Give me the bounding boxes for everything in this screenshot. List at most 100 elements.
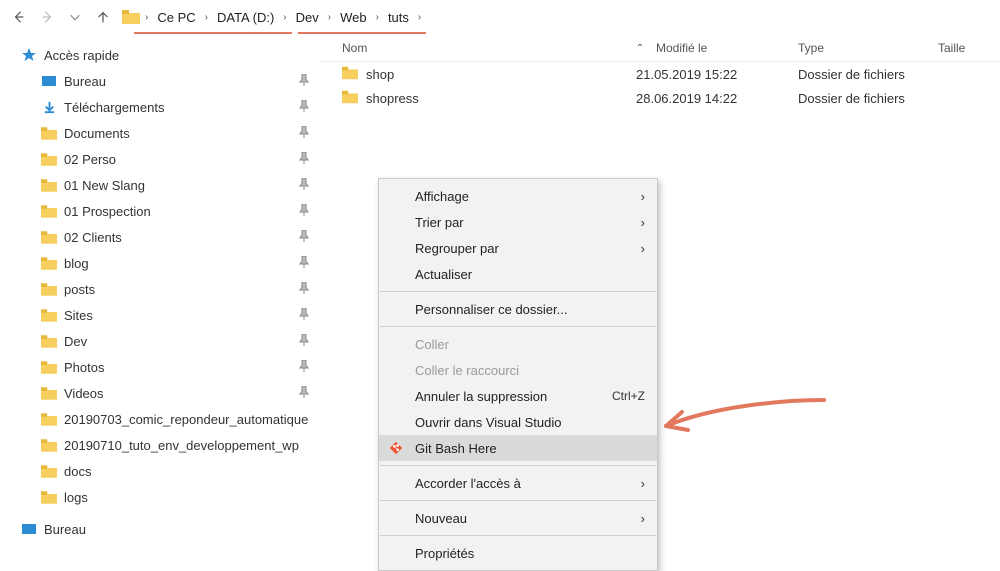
file-modified: 28.06.2019 14:22 bbox=[630, 91, 792, 106]
download-icon bbox=[40, 98, 58, 116]
folder-icon bbox=[40, 358, 58, 376]
breadcrumb-segment[interactable]: tuts bbox=[384, 8, 413, 27]
folder-icon bbox=[40, 384, 58, 402]
sidebar-item[interactable]: 20190703_comic_repondeur_automatique bbox=[12, 406, 316, 432]
context-menu-separator bbox=[380, 465, 656, 466]
folder-icon bbox=[40, 124, 58, 142]
chevron-right-icon: › bbox=[641, 511, 645, 526]
git-icon bbox=[387, 439, 405, 457]
sidebar-item[interactable]: 01 New Slang bbox=[12, 172, 316, 198]
context-menu-item[interactable]: Affichage› bbox=[379, 183, 657, 209]
sidebar-item-desktop[interactable]: Bureau bbox=[12, 516, 316, 542]
arrow-up-icon bbox=[96, 10, 110, 24]
nav-recent-button[interactable] bbox=[62, 4, 88, 30]
sidebar-item[interactable]: Dev bbox=[12, 328, 316, 354]
context-menu-item[interactable]: Personnaliser ce dossier... bbox=[379, 296, 657, 322]
folder-icon bbox=[40, 332, 58, 350]
sidebar-item[interactable]: Sites bbox=[12, 302, 316, 328]
context-menu-label: Affichage bbox=[415, 189, 641, 204]
pin-icon bbox=[298, 307, 310, 323]
chevron-right-icon: › bbox=[202, 12, 211, 23]
chevron-right-icon: › bbox=[641, 476, 645, 491]
context-menu-label: Coller bbox=[415, 337, 645, 352]
file-row[interactable]: shopress28.06.2019 14:22Dossier de fichi… bbox=[320, 86, 1000, 110]
pin-icon bbox=[298, 229, 310, 245]
sidebar-item[interactable]: 02 Clients bbox=[12, 224, 316, 250]
nav-back-button[interactable] bbox=[6, 4, 32, 30]
annotation-underline bbox=[134, 32, 292, 34]
context-menu-label: Git Bash Here bbox=[415, 441, 645, 456]
sidebar-item[interactable]: Documents bbox=[12, 120, 316, 146]
chevron-right-icon: › bbox=[641, 215, 645, 230]
arrow-right-icon bbox=[40, 10, 54, 24]
context-menu-item[interactable]: Git Bash Here bbox=[379, 435, 657, 461]
breadcrumb[interactable]: › Ce PC › DATA (D:) › Dev › Web › tuts › bbox=[118, 4, 994, 30]
file-name: shopress bbox=[366, 91, 419, 106]
sidebar-item[interactable]: blog bbox=[12, 250, 316, 276]
column-header-size[interactable]: Taille bbox=[932, 41, 1000, 55]
sidebar-item[interactable]: 01 Prospection bbox=[12, 198, 316, 224]
context-menu-item: Coller le raccourci bbox=[379, 357, 657, 383]
context-menu-separator bbox=[380, 535, 656, 536]
folder-icon bbox=[40, 280, 58, 298]
folder-icon bbox=[342, 90, 358, 107]
sidebar-item[interactable]: docs bbox=[12, 458, 316, 484]
folder-icon bbox=[40, 410, 58, 428]
sidebar-item-label: 20190710_tuto_env_developpement_wp bbox=[64, 438, 310, 453]
context-menu-separator bbox=[380, 326, 656, 327]
sidebar-item-label: 01 Prospection bbox=[64, 204, 292, 219]
sidebar-item-label: Sites bbox=[64, 308, 292, 323]
context-menu-item[interactable]: Propriétés bbox=[379, 540, 657, 566]
file-row[interactable]: shop21.05.2019 15:22Dossier de fichiers bbox=[320, 62, 1000, 86]
context-menu-item[interactable]: Regrouper par› bbox=[379, 235, 657, 261]
column-header-name[interactable]: Nom bbox=[320, 41, 630, 55]
desktop-icon bbox=[20, 520, 38, 538]
pin-icon bbox=[298, 255, 310, 271]
sidebar-item[interactable]: Téléchargements bbox=[12, 94, 316, 120]
sort-indicator: ⌃ bbox=[630, 41, 650, 55]
sidebar-item[interactable]: logs bbox=[12, 484, 316, 510]
context-menu-label: Ouvrir dans Visual Studio bbox=[415, 415, 645, 430]
sidebar-item-quick-access[interactable]: Accès rapide bbox=[12, 42, 316, 68]
column-header-type[interactable]: Type bbox=[792, 41, 932, 55]
folder-icon bbox=[40, 306, 58, 324]
nav-up-button[interactable] bbox=[90, 4, 116, 30]
sidebar-item[interactable]: 02 Perso bbox=[12, 146, 316, 172]
sidebar-item[interactable]: posts bbox=[12, 276, 316, 302]
folder-icon bbox=[40, 488, 58, 506]
chevron-right-icon: › bbox=[325, 12, 334, 23]
breadcrumb-segment[interactable]: Web bbox=[336, 8, 371, 27]
sidebar-item-label: blog bbox=[64, 256, 292, 271]
breadcrumb-segment[interactable]: Ce PC bbox=[153, 8, 199, 27]
sidebar-item[interactable]: Photos bbox=[12, 354, 316, 380]
column-header-modified[interactable]: Modifié le bbox=[650, 41, 792, 55]
sidebar-item[interactable]: Bureau bbox=[12, 68, 316, 94]
nav-forward-button[interactable] bbox=[34, 4, 60, 30]
context-menu-item[interactable]: Annuler la suppressionCtrl+Z bbox=[379, 383, 657, 409]
sidebar-item-label: 01 New Slang bbox=[64, 178, 292, 193]
sidebar-item-label: logs bbox=[64, 490, 310, 505]
pin-icon bbox=[298, 125, 310, 141]
folder-icon bbox=[122, 8, 140, 26]
chevron-right-icon: › bbox=[641, 241, 645, 256]
context-menu-item[interactable]: Accorder l'accès à› bbox=[379, 470, 657, 496]
breadcrumb-segment[interactable]: DATA (D:) bbox=[213, 8, 278, 27]
sidebar-item-label: Téléchargements bbox=[64, 100, 292, 115]
context-menu-item[interactable]: Nouveau› bbox=[379, 505, 657, 531]
context-menu-item[interactable]: Actualiser bbox=[379, 261, 657, 287]
pin-icon bbox=[298, 177, 310, 193]
sidebar-item-label: Accès rapide bbox=[44, 48, 310, 63]
context-menu-item[interactable]: Trier par› bbox=[379, 209, 657, 235]
context-menu-label: Actualiser bbox=[415, 267, 645, 282]
sidebar-item[interactable]: Videos bbox=[12, 380, 316, 406]
chevron-right-icon: › bbox=[280, 12, 289, 23]
folder-icon bbox=[40, 176, 58, 194]
pin-icon bbox=[298, 203, 310, 219]
folder-icon bbox=[40, 436, 58, 454]
context-menu-label: Personnaliser ce dossier... bbox=[415, 302, 645, 317]
sidebar-item[interactable]: 20190710_tuto_env_developpement_wp bbox=[12, 432, 316, 458]
context-menu-item[interactable]: Ouvrir dans Visual Studio bbox=[379, 409, 657, 435]
context-menu-label: Nouveau bbox=[415, 511, 641, 526]
context-menu-label: Trier par bbox=[415, 215, 641, 230]
breadcrumb-segment[interactable]: Dev bbox=[292, 8, 323, 27]
